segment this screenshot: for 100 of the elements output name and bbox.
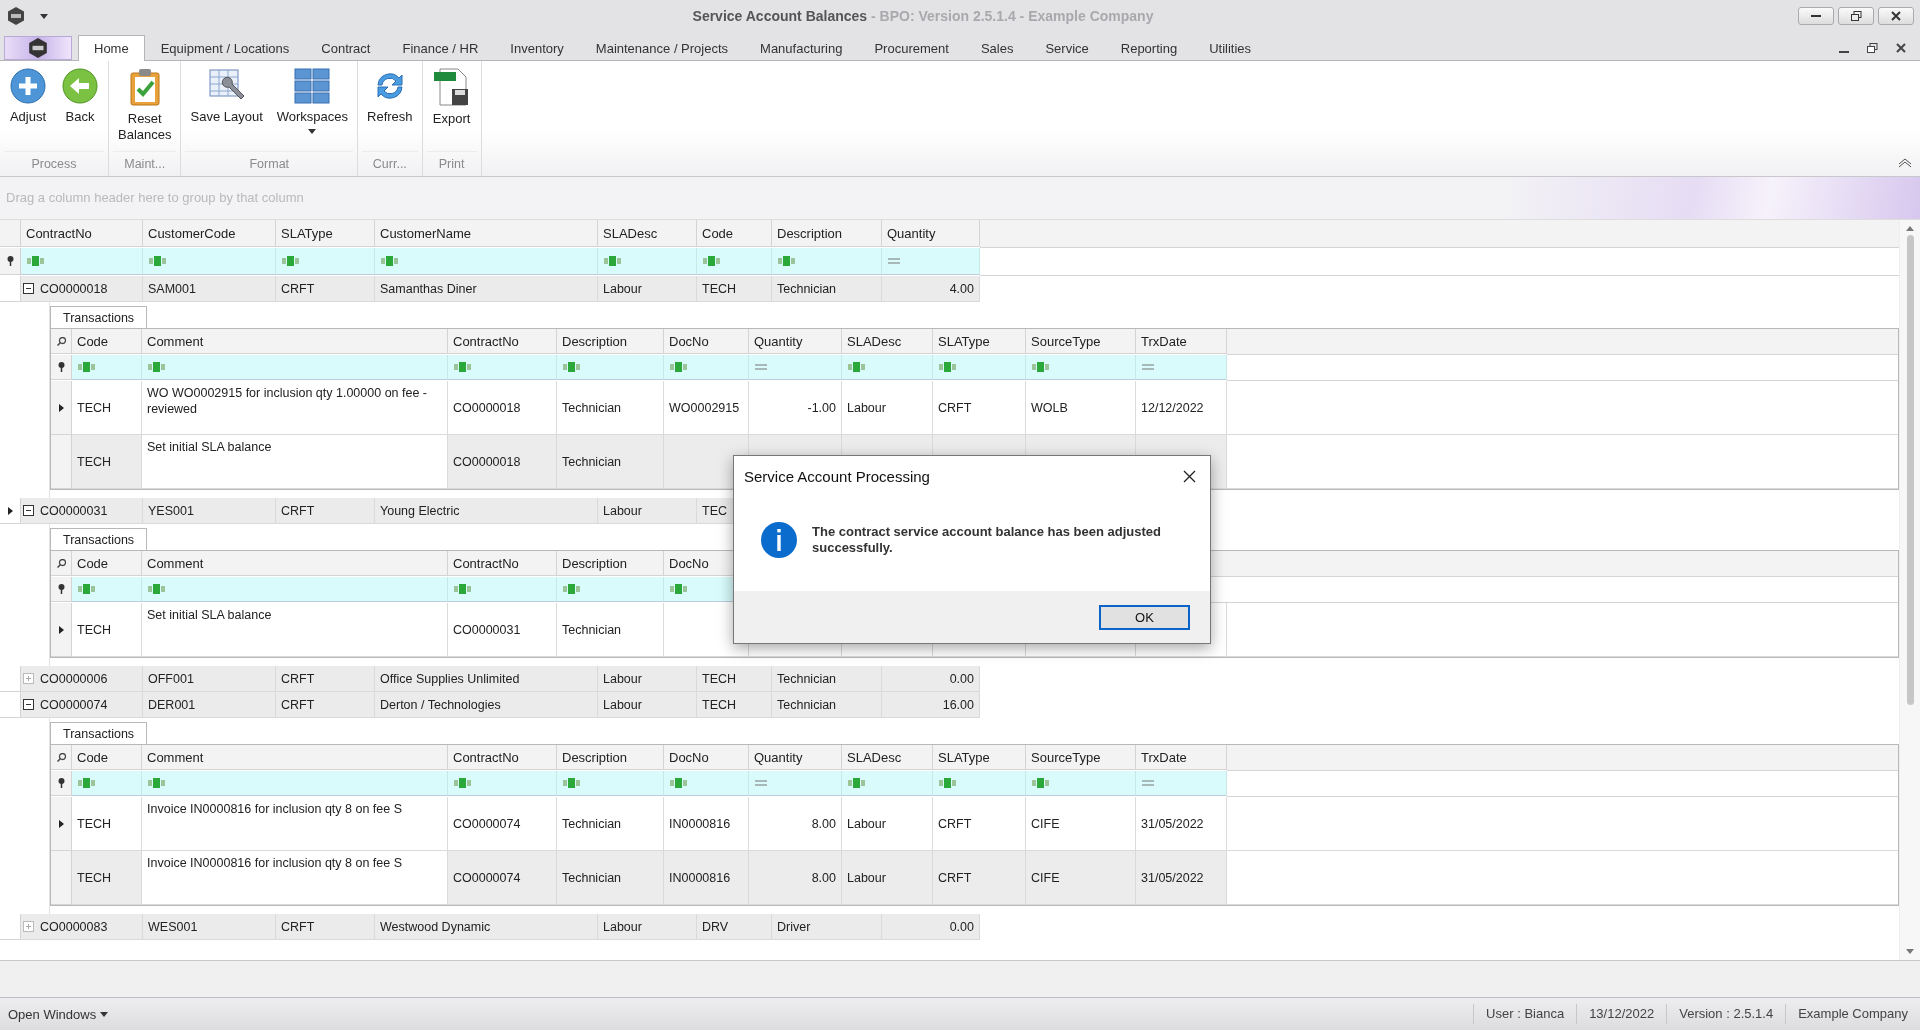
column-header[interactable]: Code (72, 551, 142, 577)
column-header[interactable]: DocNo (664, 745, 749, 771)
column-header[interactable]: Comment (142, 329, 448, 355)
table-cell: 31/05/2022 (1136, 851, 1227, 906)
table-cell: IN0000816 (664, 851, 749, 906)
ribbon-tab[interactable]: Contract (305, 34, 387, 61)
table-cell: CIFE (1026, 851, 1136, 906)
table-cell: CO0000074 (40, 696, 108, 713)
group-by-hint: Drag a column header here to group by that column (6, 190, 304, 206)
ribbon-button[interactable]: Save Layout (183, 64, 270, 151)
table-cell: Driver (772, 914, 882, 941)
table-cell: Technician (557, 603, 664, 658)
dialog-title: Service Account Processing (744, 467, 930, 485)
ribbon-tab[interactable]: Finance / HR (386, 34, 495, 61)
column-header[interactable]: CustomerCode (143, 220, 276, 248)
ribbon-tab[interactable]: Equipment / Locations (144, 34, 306, 61)
status-item: Version : 2.5.1.4 (1666, 1004, 1786, 1025)
table-cell: CO0000074 (448, 851, 557, 906)
column-header[interactable]: SLAType (933, 329, 1026, 355)
ribbon-group-label: Print (426, 150, 477, 176)
table-cell: Young Electric (375, 498, 598, 525)
column-header[interactable]: CustomerName (375, 220, 598, 248)
table-cell: 0.00 (882, 914, 980, 941)
column-header[interactable]: SLAType (933, 745, 1026, 771)
open-windows-menu[interactable]: Open Windows (0, 1006, 117, 1022)
ribbon-group-label: Format (185, 150, 354, 176)
column-header[interactable]: SLADesc (842, 745, 933, 771)
table-cell: CRFT (933, 381, 1026, 436)
column-header[interactable]: Quantity (749, 745, 842, 771)
ribbon-button[interactable]: Export (424, 64, 479, 151)
table-cell: Set initial SLA balance (142, 435, 448, 490)
table-cell: Technician (772, 276, 882, 303)
detail-tab[interactable]: Transactions (50, 306, 148, 329)
table-cell: 4.00 (882, 276, 980, 303)
table-cell: TECH (72, 603, 142, 658)
table-cell: IN0000816 (664, 797, 749, 852)
column-header[interactable]: Code (72, 329, 142, 355)
ribbon-tab[interactable]: Reporting (1104, 34, 1194, 61)
ribbon-button[interactable]: Workspaces (269, 64, 356, 151)
ribbon-tab[interactable]: Procurement (858, 34, 965, 61)
ribbon-tab[interactable]: Maintenance / Projects (579, 34, 745, 61)
table-cell: Labour (598, 276, 697, 303)
ribbon-tab[interactable]: Service (1029, 34, 1105, 61)
table-cell: CIFE (1026, 797, 1136, 852)
column-header[interactable]: SourceType (1026, 329, 1136, 355)
ribbon-tab[interactable]: Utilities (1193, 34, 1268, 61)
ribbon-button[interactable]: Adjust (2, 64, 54, 151)
column-header[interactable]: Description (557, 329, 664, 355)
table-cell: YES001 (143, 498, 276, 525)
column-header[interactable]: TrxDate (1136, 329, 1227, 355)
table-cell: TECH (72, 435, 142, 490)
column-header[interactable]: Description (557, 551, 664, 577)
ribbon-button[interactable]: Back (54, 64, 106, 151)
table-cell: Technician (772, 666, 882, 693)
table-cell: Labour (598, 498, 697, 525)
detail-tab[interactable]: Transactions (50, 722, 148, 745)
window-title: Service Account Balances (692, 8, 868, 25)
column-header[interactable]: SLADesc (842, 329, 933, 355)
ribbon-button[interactable]: Reset Balances (111, 64, 179, 151)
column-header[interactable]: Comment (142, 745, 448, 771)
column-header[interactable]: Quantity (749, 329, 842, 355)
table-cell: CO0000018 (448, 381, 557, 436)
table-cell: 8.00 (749, 851, 842, 906)
ok-button[interactable]: OK (1099, 604, 1190, 630)
table-cell: Technician (557, 851, 664, 906)
ribbon-tab[interactable]: Sales (964, 34, 1030, 61)
column-header[interactable]: Code (72, 745, 142, 771)
ribbon-tab[interactable]: Inventory (494, 34, 580, 61)
column-header[interactable]: Code (697, 220, 772, 248)
ribbon-button[interactable]: Refresh (360, 64, 420, 151)
table-cell: CRFT (276, 914, 375, 941)
column-header[interactable]: SLAType (276, 220, 375, 248)
column-header[interactable]: SourceType (1026, 745, 1136, 771)
table-cell: TECH (697, 276, 772, 303)
table-cell: OFF001 (143, 666, 276, 693)
table-cell: -1.00 (749, 381, 842, 436)
column-header[interactable]: DocNo (664, 329, 749, 355)
table-cell: TECH (72, 797, 142, 852)
column-header[interactable]: Description (772, 220, 882, 248)
ribbon-group-label: Process (4, 150, 104, 176)
column-header[interactable]: TrxDate (1136, 745, 1227, 771)
column-header[interactable]: Description (557, 745, 664, 771)
ribbon-group-label: Curr... (362, 150, 418, 176)
ribbon-tab[interactable]: Home (78, 34, 145, 61)
dialog-message: The contract service account balance has been adjusted successfully. (812, 523, 1162, 556)
table-cell: WES001 (143, 914, 276, 941)
table-cell: CO0000018 (40, 280, 108, 297)
window-subtitle: - BPO: Version 2.5.1.4 - Example Company (870, 8, 1154, 25)
column-header[interactable]: ContractNo (21, 220, 143, 248)
column-header[interactable]: SLADesc (598, 220, 697, 248)
ribbon-tab[interactable]: Manufacturing (744, 34, 859, 61)
column-header[interactable]: ContractNo (448, 745, 557, 771)
ribbon-group-label: Maint... (113, 150, 177, 176)
column-header[interactable]: ContractNo (448, 551, 557, 577)
column-header[interactable]: Quantity (882, 220, 980, 248)
table-cell: Labour (598, 692, 697, 719)
detail-tab[interactable]: Transactions (50, 528, 148, 551)
column-header[interactable]: Comment (142, 551, 448, 577)
table-cell: Technician (557, 435, 664, 490)
column-header[interactable]: ContractNo (448, 329, 557, 355)
